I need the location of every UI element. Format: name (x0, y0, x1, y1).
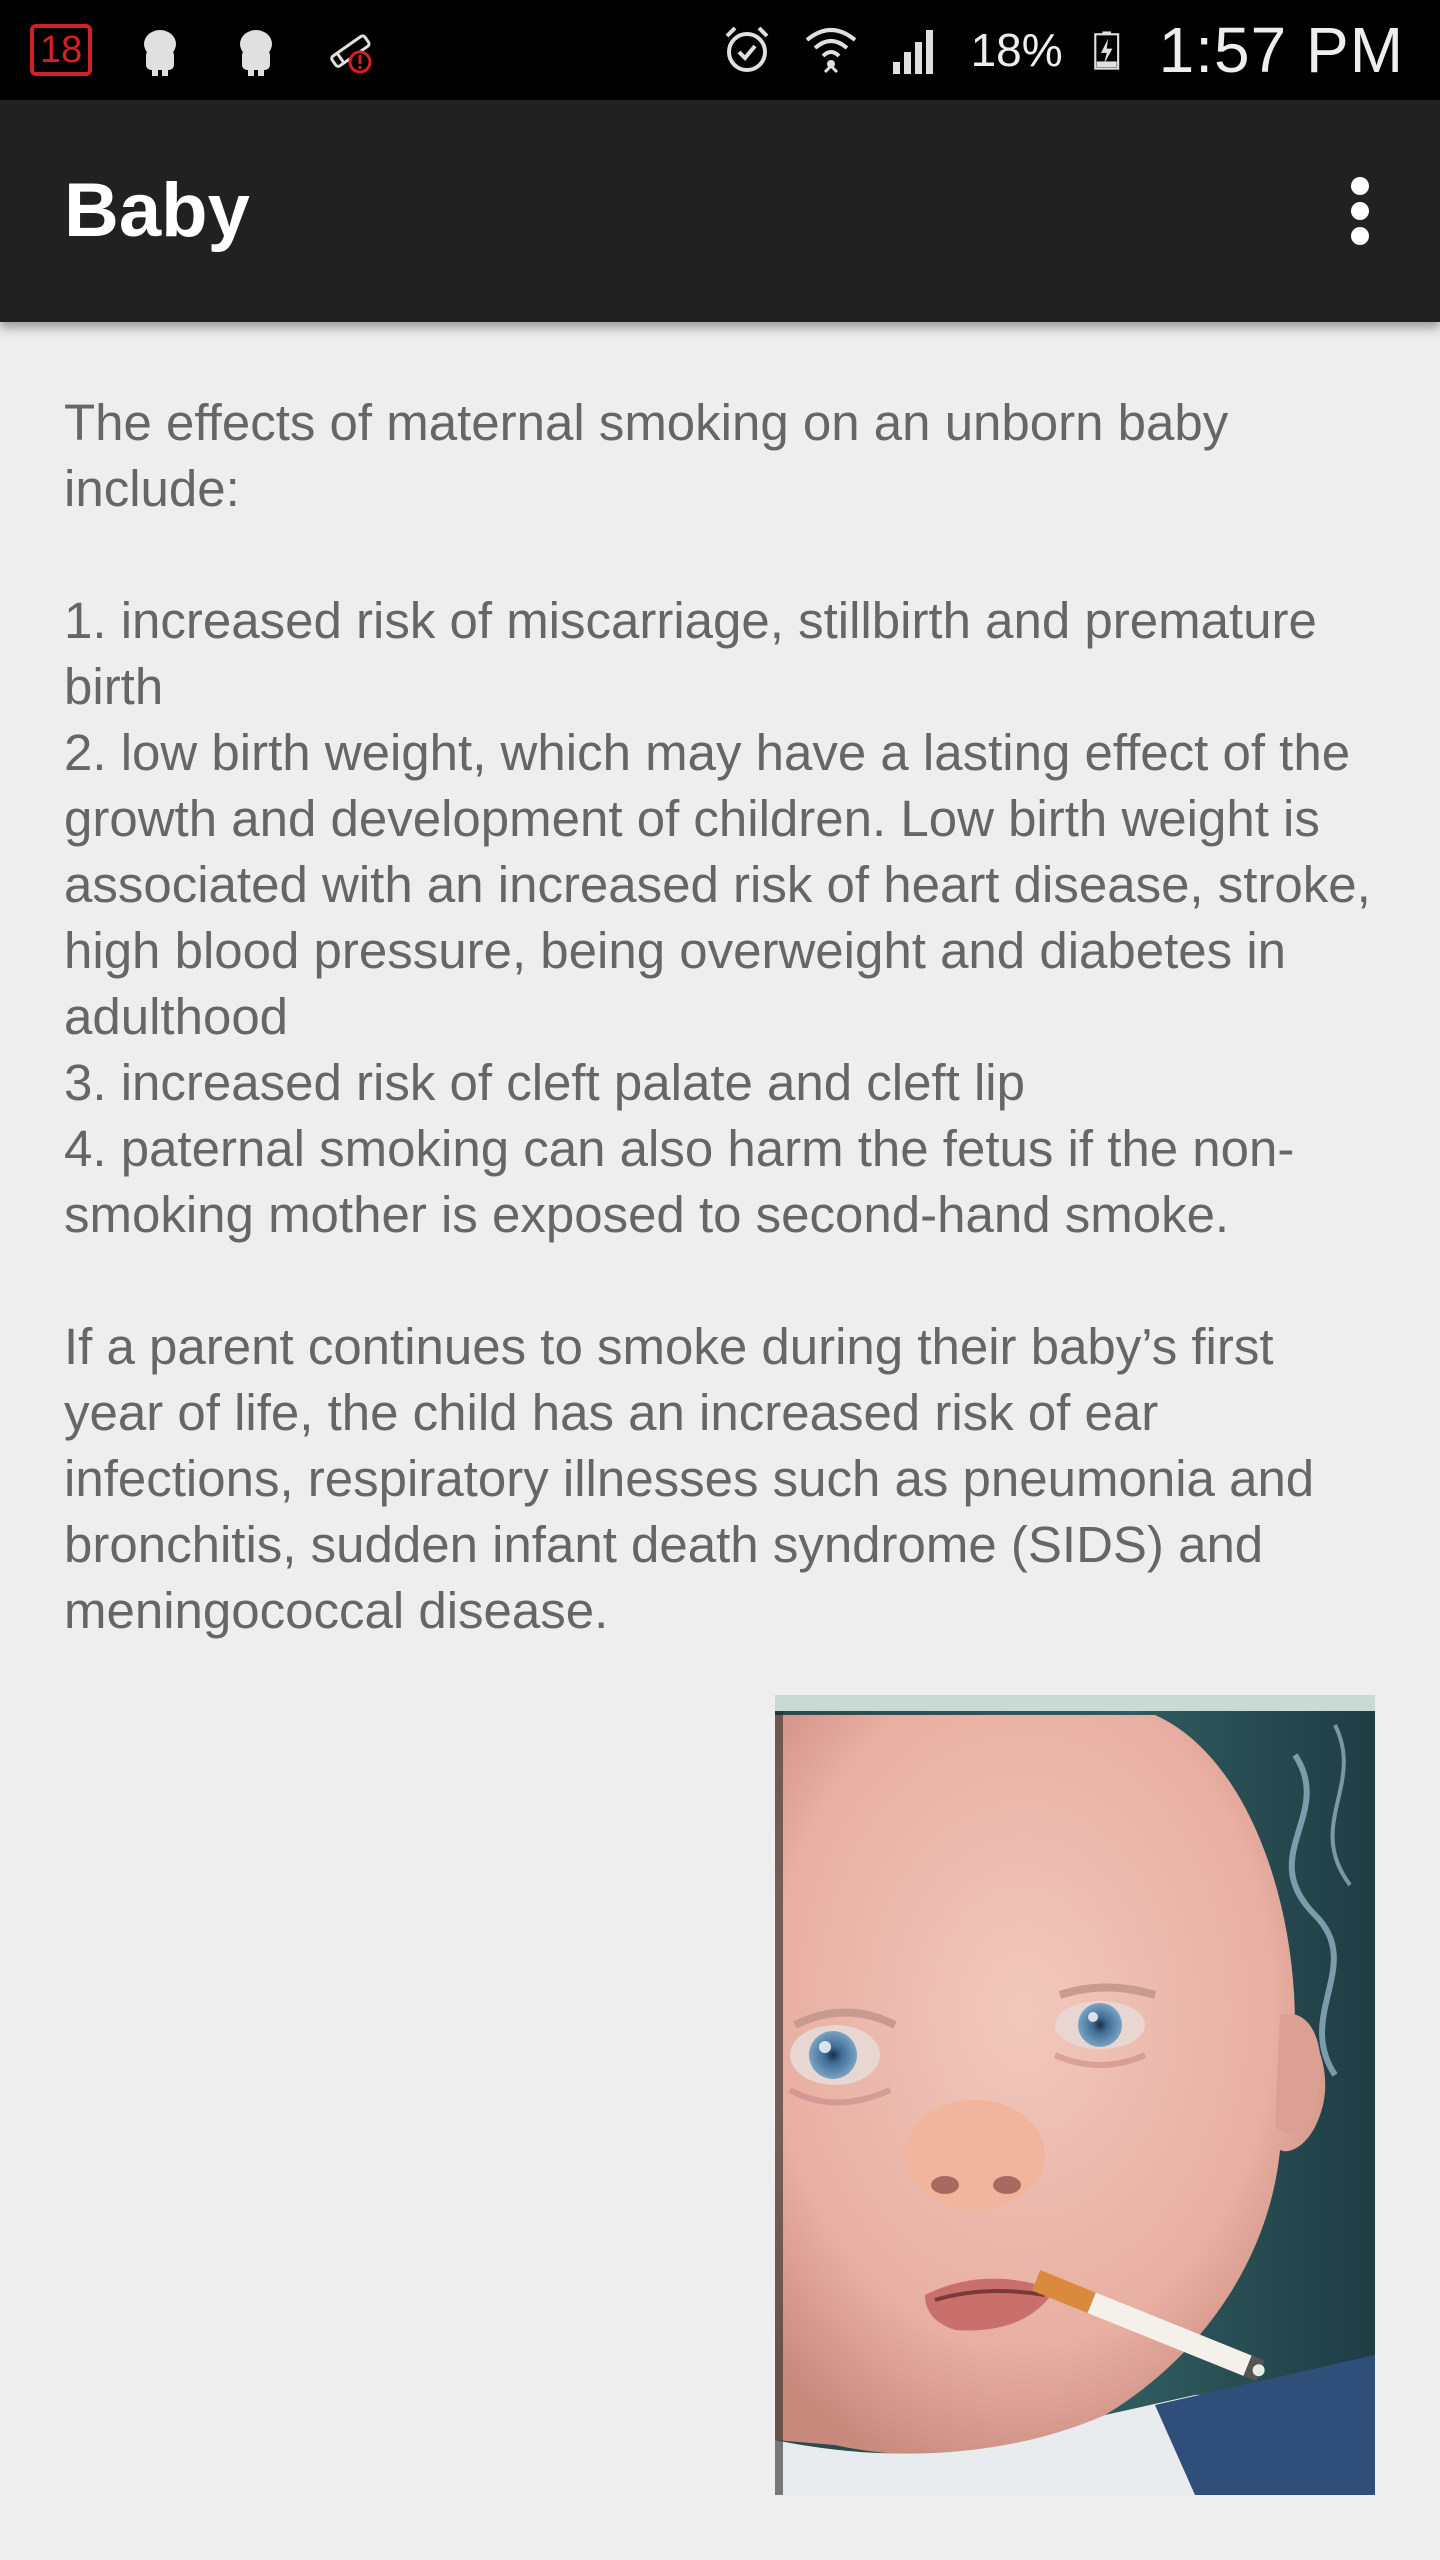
signal-icon (892, 30, 933, 74)
android-icon (240, 30, 273, 76)
article-body: The effects of maternal smoking on an un… (64, 390, 1384, 1644)
battery-percent: 18% (970, 24, 1063, 76)
baby-smoking-illustration (775, 1695, 1375, 2495)
page-title: Baby (64, 168, 250, 253)
no-smoking-alert-icon (330, 34, 372, 74)
overflow-menu-button[interactable] (1310, 161, 1410, 261)
android-icon (144, 30, 177, 76)
system-status: 18% 1:57 PM (719, 0, 1404, 100)
article-intro: The effects of maternal smoking on an un… (64, 394, 1229, 517)
notification-icons: 18 (30, 0, 380, 100)
more-vert-icon (1351, 177, 1369, 245)
app-bar: Baby (0, 100, 1440, 322)
article-closing: If a parent continues to smoke during th… (64, 1318, 1315, 1639)
baby-smoking-photo (775, 1695, 1375, 2495)
wifi-icon (805, 28, 856, 74)
effect-item-4: 4. paternal smoking can also harm the fe… (64, 1120, 1295, 1243)
clock: 1:57 PM (1158, 14, 1404, 86)
battery-charging-icon (1093, 31, 1119, 70)
alarm-icon (725, 26, 768, 72)
status-bar: 18 18% 1:57 PM (0, 0, 1440, 100)
effect-item-3: 3. increased risk of cleft palate and cl… (64, 1054, 1026, 1111)
effect-item-2: 2. low birth weight, which may have a la… (64, 724, 1371, 1045)
notification-count-badge: 18 (30, 24, 93, 76)
effect-item-1: 1. increased risk of miscarriage, stillb… (64, 592, 1317, 715)
